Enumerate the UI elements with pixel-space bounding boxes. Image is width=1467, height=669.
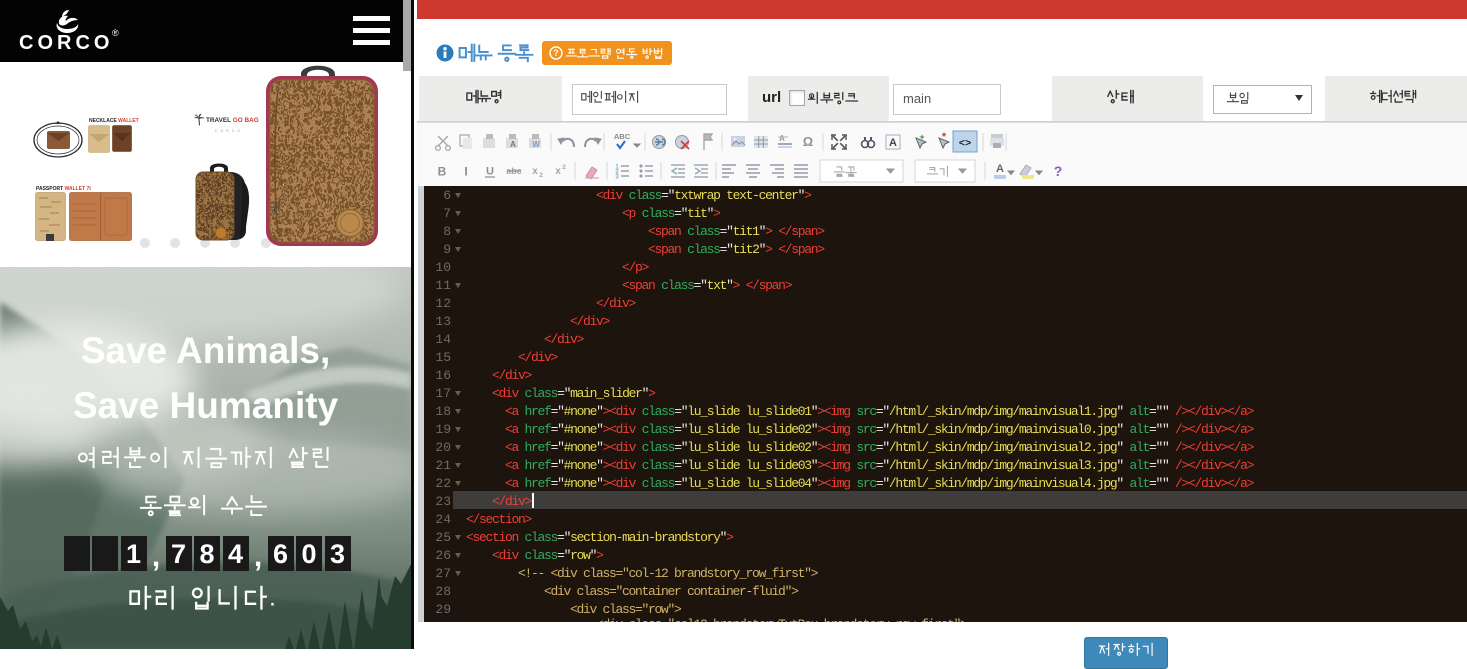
svg-text:x: x [555, 166, 561, 177]
svg-text:2: 2 [562, 164, 566, 171]
svg-text:A: A [510, 140, 516, 149]
svg-text:?: ? [1054, 163, 1063, 179]
svg-text:*: * [942, 131, 947, 143]
svg-text:I: I [464, 165, 467, 179]
svg-text:W: W [532, 140, 540, 149]
svg-text:B: B [438, 165, 447, 179]
svg-text:3: 3 [615, 175, 619, 181]
svg-text:A: A [996, 163, 1004, 175]
svg-text:A: A [779, 134, 785, 143]
svg-text:U: U [486, 166, 494, 178]
svg-text:.: . [269, 585, 276, 612]
svg-text:A: A [889, 137, 897, 149]
svg-text:ABC: ABC [614, 132, 631, 141]
svg-text:+: + [919, 132, 924, 142]
svg-text:Ω: Ω [803, 134, 813, 149]
svg-text:<>: <> [959, 138, 972, 150]
svg-text:x: x [532, 166, 538, 177]
svg-text:2: 2 [539, 172, 543, 179]
